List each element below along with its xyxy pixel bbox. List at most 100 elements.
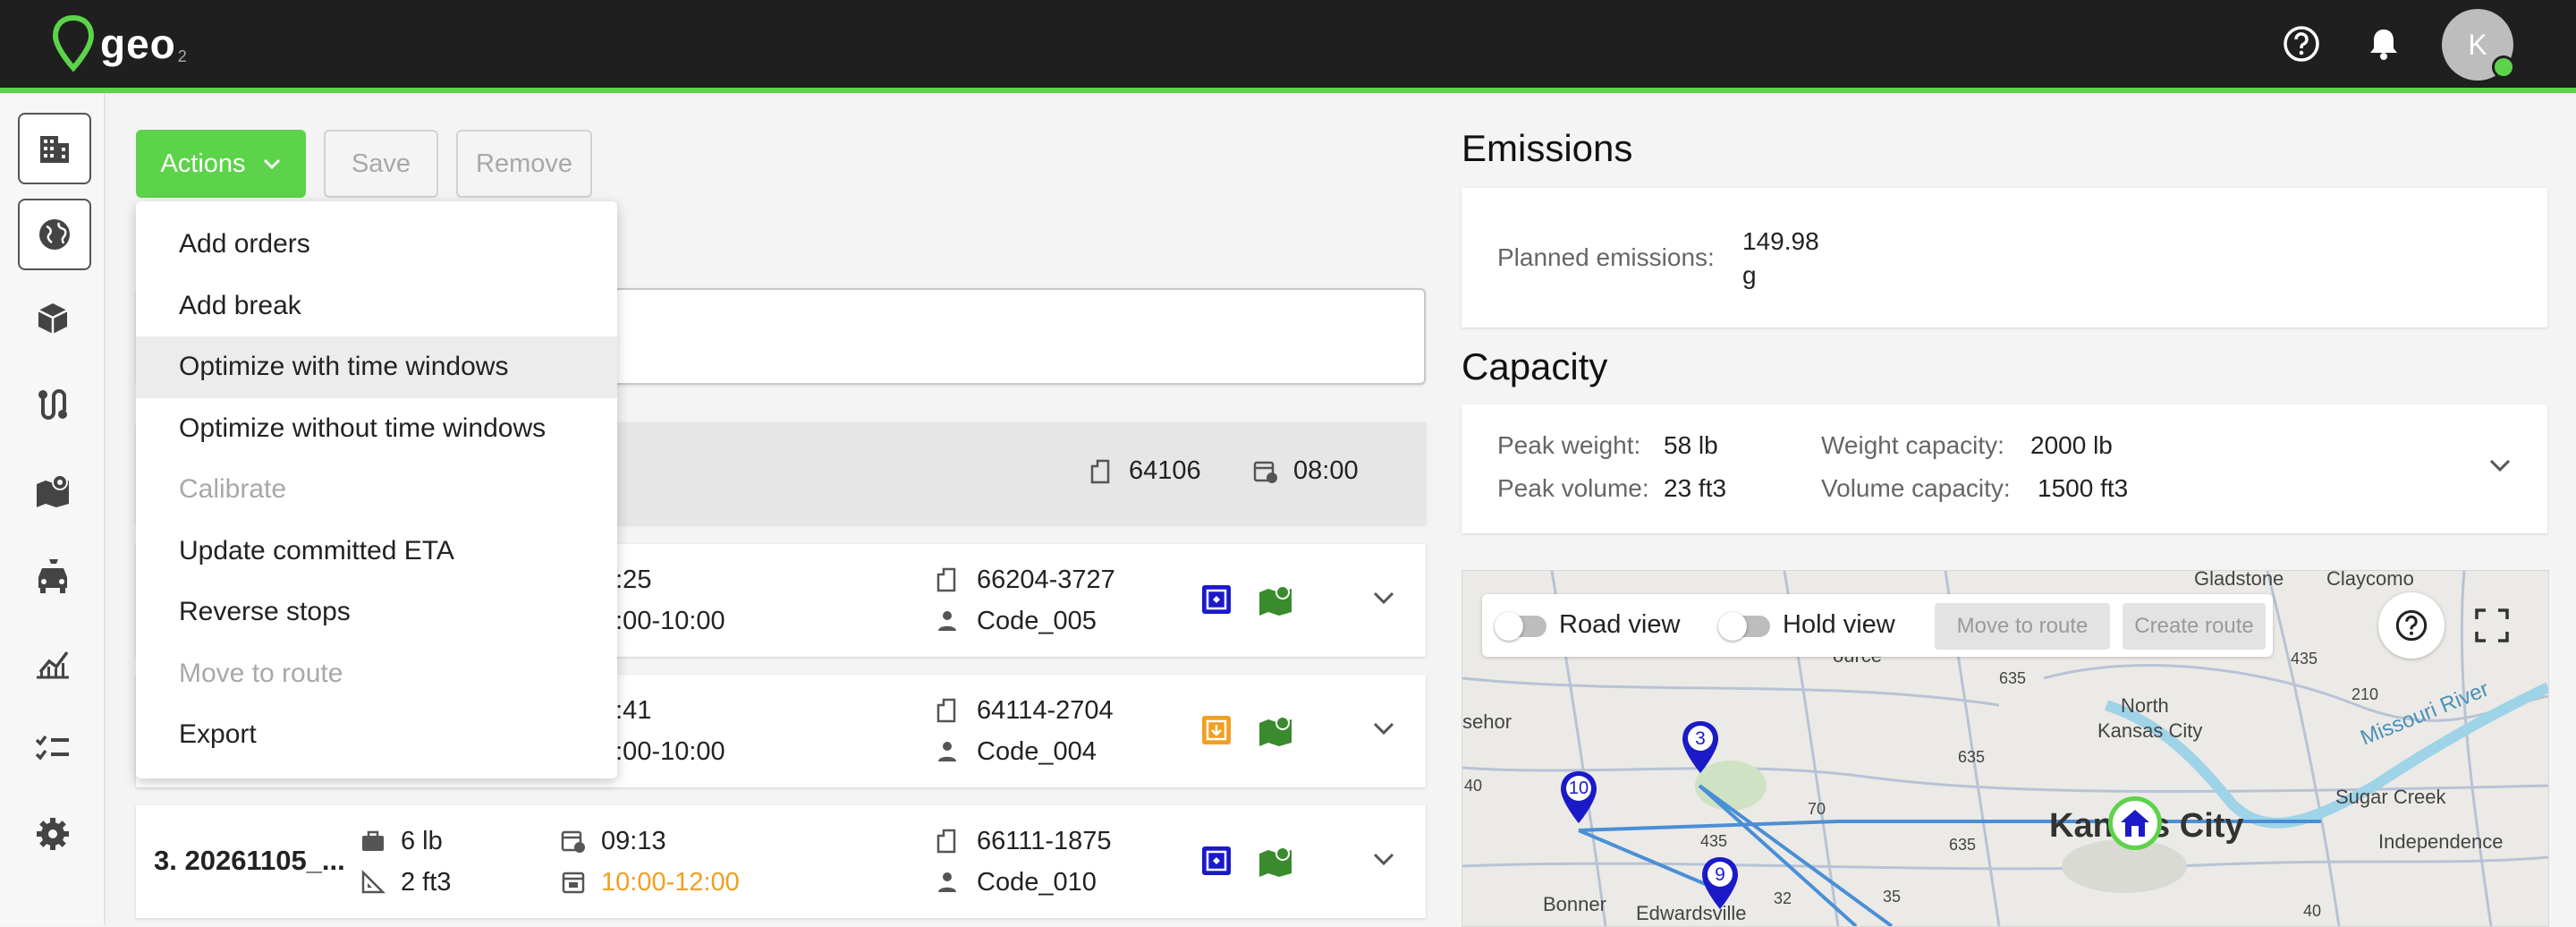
map-pin-label: 10	[1568, 778, 1589, 798]
peak-weight-label: Peak weight:	[1497, 431, 1641, 459]
stop-zip: 64114-2704	[934, 693, 1114, 728]
volume-capacity-label: Volume capacity:	[1821, 474, 2011, 502]
delivery-stop-icon[interactable]	[1200, 583, 1233, 616]
stop-code: Code_004	[934, 734, 1097, 770]
map-location-icon[interactable]	[1258, 714, 1293, 746]
menu-item-update-committed-eta[interactable]: Update committed ETA	[136, 521, 617, 583]
sidebar-item-routes[interactable]	[18, 370, 88, 438]
person-icon	[938, 872, 956, 892]
map-pin-stop[interactable]: 10	[1558, 770, 1599, 829]
stop-zip: 66111-1875	[934, 823, 1112, 859]
menu-item-export[interactable]: Export	[136, 704, 617, 766]
home-icon	[2121, 810, 2149, 837]
chevron-down-icon[interactable]	[1372, 852, 1395, 868]
menu-item-move-to-route: Move to route	[179, 658, 343, 688]
peak-weight-value: 58 lb	[1664, 431, 1718, 459]
sidebar-item-checklist[interactable]	[18, 714, 88, 782]
help-icon[interactable]	[2281, 23, 2322, 64]
map-label-north-kansas-city: Kansas City	[2097, 719, 2203, 742]
person-icon	[938, 611, 956, 631]
map-marker-icon	[37, 474, 69, 507]
toggle-knob	[1495, 612, 1523, 641]
stop-time-window: 3:00-10:00	[601, 606, 725, 635]
highway-shield-435: 435	[2291, 650, 2318, 668]
map-help-button[interactable]	[2378, 592, 2445, 659]
chevron-down-icon[interactable]	[2488, 458, 2512, 474]
route-start-time-value: 08:00	[1293, 456, 1359, 485]
map-label-sehor: sehor	[1462, 710, 1513, 733]
ruler-angle-icon	[361, 869, 386, 894]
analytics-chart-icon	[37, 651, 69, 679]
app-logo[interactable]: geo 2	[50, 13, 187, 75]
sidebar-item-buildings[interactable]	[18, 113, 91, 184]
pickup-stop-icon[interactable]	[1200, 714, 1233, 746]
fullscreen-button[interactable]	[2459, 592, 2525, 659]
save-button[interactable]: Save	[324, 130, 438, 198]
stop-zip-value: 64114-2704	[977, 695, 1114, 725]
route-start-time: 08:00	[1252, 456, 1359, 486]
actions-menu: Add orders Add break Optimize with time …	[136, 201, 617, 778]
planned-emissions-unit: g	[1742, 261, 1757, 289]
sidebar-item-globe[interactable]	[18, 199, 91, 270]
depot-marker[interactable]	[2108, 796, 2162, 850]
sidebar-item-settings[interactable]	[18, 800, 88, 868]
building-outline-icon	[936, 829, 956, 854]
stop-title: 3. 20261105_...	[154, 845, 345, 876]
stop-zip-value: 66204-3727	[977, 565, 1115, 594]
avatar-initial: K	[2468, 28, 2487, 61]
remove-button[interactable]: Remove	[456, 130, 592, 198]
move-to-route-button[interactable]: Move to route	[1935, 603, 2110, 650]
stop-time-window: 10:00-12:00	[560, 864, 740, 900]
building-icon	[40, 136, 69, 163]
create-route-button[interactable]: Create route	[2123, 603, 2266, 650]
user-avatar[interactable]: K	[2442, 9, 2515, 81]
stop-row[interactable]: 3. 20261105_... 6 lb 2 ft3 09:13 10:00-1…	[136, 805, 1426, 918]
sidebar-item-vehicles[interactable]	[18, 542, 88, 610]
route-map[interactable]: Gladstone Claycomo ource North Kansas Ci…	[1462, 570, 2549, 927]
map-pin-stop[interactable]: 3	[1680, 719, 1721, 779]
logo-text: geo	[100, 21, 176, 67]
road-view-label: Road view	[1559, 610, 1681, 639]
stop-eta: 09:13	[560, 823, 666, 859]
sidebar-item-packages[interactable]	[18, 285, 88, 353]
menu-item-add-orders[interactable]: Add orders	[136, 214, 617, 276]
route-icon	[38, 389, 67, 420]
highway-shield-40: 40	[2303, 902, 2322, 920]
stop-zip-value: 66111-1875	[977, 826, 1112, 855]
actions-dropdown-button[interactable]: Actions	[136, 130, 306, 198]
map-label-claycomo: Claycomo	[2326, 570, 2414, 590]
hold-view-toggle[interactable]	[1718, 612, 1770, 641]
emissions-title: Emissions	[1462, 127, 1633, 169]
road-view-toggle[interactable]	[1495, 612, 1546, 641]
checklist-icon	[35, 735, 69, 761]
chevron-down-icon[interactable]	[1372, 721, 1395, 737]
map-label-bonner: Bonner	[1543, 893, 1606, 915]
capacity-panel[interactable]: Peak weight: 58 lb Peak volume: 23 ft3 W…	[1462, 404, 2547, 533]
sidebar	[0, 93, 106, 925]
sidebar-item-map[interactable]	[18, 456, 88, 524]
building-outline-icon	[936, 567, 956, 592]
top-bar: geo 2 K	[0, 0, 2576, 93]
calendar-clock-icon	[1253, 461, 1277, 483]
chevron-down-icon[interactable]	[1372, 591, 1395, 607]
fullscreen-icon	[2475, 608, 2509, 642]
highway-shield-32: 32	[1774, 889, 1792, 907]
weight-capacity-label: Weight capacity:	[1821, 431, 2004, 459]
menu-item-optimize-with-time-windows[interactable]: Optimize with time windows	[136, 336, 617, 398]
map-location-icon[interactable]	[1258, 845, 1293, 877]
delivery-stop-icon[interactable]	[1200, 845, 1233, 877]
car-icon	[38, 559, 67, 593]
highway-shield-635: 635	[1958, 748, 1986, 766]
briefcase-icon	[362, 830, 384, 851]
map-pin-stop[interactable]: 9	[1699, 855, 1741, 915]
notification-bell-icon[interactable]	[2363, 23, 2404, 64]
menu-item-optimize-without-time-windows[interactable]: Optimize without time windows	[136, 398, 617, 460]
sidebar-item-analytics[interactable]	[18, 628, 88, 696]
package-icon	[38, 303, 68, 334]
planned-emissions-value: 149.98	[1742, 227, 1819, 255]
map-toolbar: Road view Hold view Move to route Create…	[1482, 594, 2273, 657]
menu-item-reverse-stops[interactable]: Reverse stops	[136, 582, 617, 643]
menu-item-add-break[interactable]: Add break	[136, 276, 617, 337]
map-location-icon[interactable]	[1258, 583, 1293, 616]
calendar-clock-icon	[561, 830, 585, 853]
